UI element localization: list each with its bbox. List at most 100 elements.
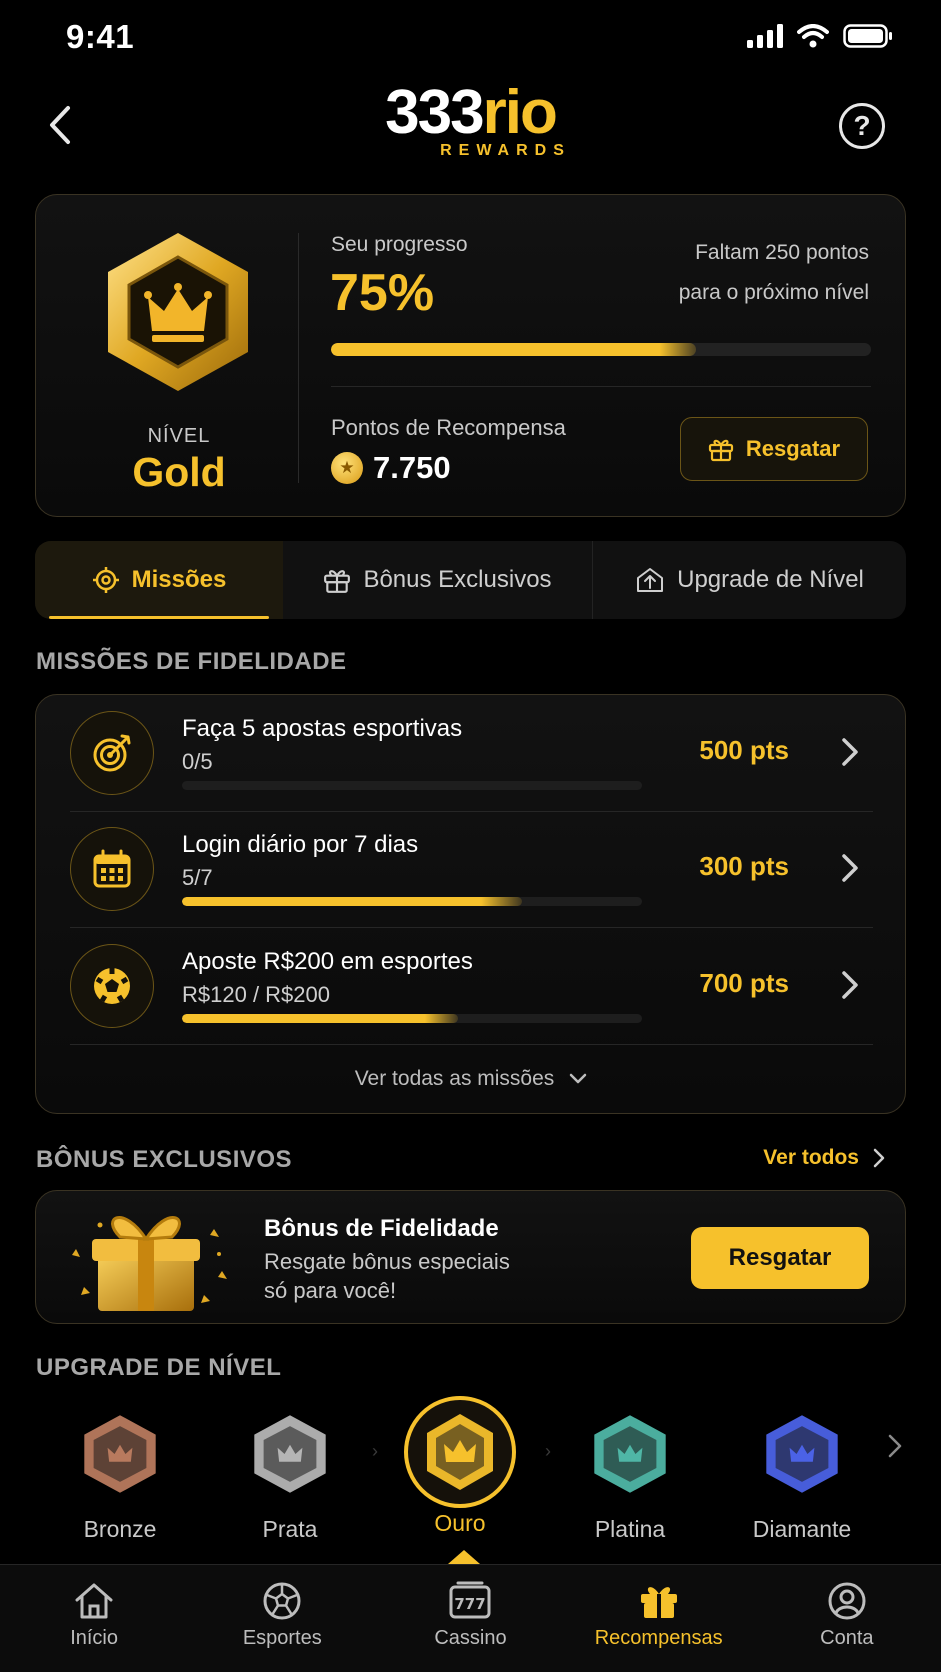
nav-account-label: Conta: [820, 1627, 874, 1649]
tier-platina[interactable]: Platina: [550, 1408, 710, 1543]
mission-icon: [70, 711, 154, 795]
battery-icon: [843, 24, 892, 48]
tier-bronze[interactable]: Bronze: [40, 1408, 200, 1543]
mission-progress-fill: [182, 1014, 458, 1023]
see-all-bonus-link[interactable]: Ver todos: [763, 1146, 885, 1170]
nav-home[interactable]: Início: [0, 1565, 188, 1672]
soccer-ball-icon: [94, 968, 130, 1004]
brand-logo: 333rio REWARDS: [0, 78, 941, 160]
bonus-card: Bônus de Fidelidade Resgate bônus especi…: [35, 1190, 906, 1324]
nav-home-label: Início: [70, 1627, 118, 1649]
chevron-down-icon: [570, 1073, 587, 1084]
chevron-right-icon: [873, 1148, 885, 1168]
chevron-right-icon: [842, 971, 858, 999]
level-label: NÍVEL: [147, 425, 211, 447]
user-circle-icon: [828, 1582, 866, 1620]
see-all-missions-link[interactable]: Ver todas as missões: [36, 1067, 907, 1091]
bonus-description-line-1: Resgate bônus especiais: [264, 1249, 510, 1274]
points-label: Pontos de Recompensa: [331, 415, 566, 440]
crosshair-icon: [92, 567, 119, 593]
soccer-ball-icon: [263, 1582, 301, 1620]
mission-item[interactable]: Aposte R$200 em esportes R$120 / R$200 7…: [36, 928, 907, 1044]
upgrade-icon: [637, 568, 664, 592]
mission-progress-text: 0/5: [182, 749, 213, 774]
redeem-bonus-button[interactable]: Resgatar: [691, 1227, 869, 1289]
mission-item[interactable]: Login diário por 7 dias 5/7 300 pts: [36, 811, 907, 927]
tier-name: Ouro: [434, 1510, 486, 1536]
nav-sports-label: Esportes: [242, 1627, 322, 1649]
mission-progress-text: R$120 / R$200: [182, 982, 330, 1007]
remaining-line-2: para o próximo nível: [678, 281, 869, 304]
logo-word: rio: [482, 78, 558, 147]
redeem-points-button[interactable]: Resgatar: [680, 417, 868, 481]
tier-name: Diamante: [752, 1516, 852, 1542]
help-button[interactable]: ?: [839, 103, 885, 149]
mission-title: Aposte R$200 em esportes: [182, 948, 473, 975]
tab-level-upgrade[interactable]: Upgrade de Nível: [593, 541, 906, 619]
tier-name: Platina: [594, 1516, 666, 1542]
tab-bar: Missões Bônus Exclusivos Upgrade de Níve…: [35, 541, 906, 619]
tier-ouro[interactable]: Ouro: [380, 1394, 540, 1537]
points-amount: 7.750: [373, 450, 451, 485]
remaining-points: Faltam 250 pontos para o próximo nível: [609, 233, 869, 313]
nav-casino[interactable]: 777 Cassino: [376, 1565, 564, 1672]
bonus-description-line-2: só para você!: [264, 1278, 397, 1303]
level-card: NÍVEL Gold Seu progresso 75% Faltam 250 …: [35, 194, 906, 517]
tab-exclusive-bonus[interactable]: Bônus Exclusivos: [283, 541, 593, 619]
signal-icon: [747, 24, 783, 48]
tier-name: Bronze: [83, 1516, 157, 1542]
mission-points: 500 pts: [699, 735, 789, 765]
missions-card: Faça 5 apostas esportivas 0/5 500 pts Lo…: [35, 694, 906, 1114]
bonus-title: Bônus de Fidelidade: [264, 1215, 499, 1242]
crown-hexagon-icon: [594, 1415, 666, 1493]
tier-diamante[interactable]: Diamante: [722, 1408, 882, 1543]
gift-icon: [324, 570, 351, 593]
progress-bar-fill: [331, 343, 696, 356]
slot-machine-icon: 777: [449, 1581, 491, 1619]
remaining-line-1: Faltam 250 pontos: [695, 241, 869, 264]
crown-hexagon-icon: [84, 1415, 156, 1493]
chevron-right-icon: ›: [545, 1441, 551, 1461]
points-value: ★ 7.750: [331, 450, 451, 486]
divider: [331, 386, 871, 387]
nav-rewards-label: Recompensas: [594, 1627, 723, 1649]
nav-sports[interactable]: Esportes: [188, 1565, 376, 1672]
nav-rewards[interactable]: Recompensas: [565, 1565, 753, 1672]
question-icon: ?: [853, 110, 871, 141]
gift-icon: [640, 1587, 677, 1618]
crown-hexagon-icon: [766, 1415, 838, 1493]
upgrade-section-title: UPGRADE DE NÍVEL: [36, 1354, 282, 1381]
nav-account[interactable]: Conta: [753, 1565, 941, 1672]
mission-item[interactable]: Faça 5 apostas esportivas 0/5 500 pts: [36, 695, 907, 811]
chevron-right-icon: ›: [372, 1441, 378, 1461]
logo-number: 333: [385, 78, 484, 147]
tab-level-upgrade-label: Upgrade de Nível: [677, 566, 864, 593]
mission-icon: [70, 944, 154, 1028]
scroll-right-button[interactable]: [888, 1434, 902, 1463]
tab-missions-label: Missões: [131, 566, 227, 593]
gift-icon: [708, 439, 734, 462]
status-time: 9:41: [66, 18, 135, 55]
tab-missions[interactable]: Missões: [35, 541, 283, 619]
mission-points: 300 pts: [699, 851, 789, 881]
chevron-right-icon: [842, 854, 858, 882]
missions-section-title: MISSÕES DE FIDELIDADE: [36, 648, 347, 675]
coin-icon: ★: [331, 452, 363, 484]
gift-box-icon: [72, 1216, 227, 1311]
mission-progress-bar: [182, 897, 642, 906]
tier-prata[interactable]: Prata: [210, 1408, 370, 1543]
divider: [298, 233, 299, 483]
calendar-icon: [93, 849, 131, 888]
crown-hexagon-icon: [254, 1415, 326, 1493]
chevron-right-icon: [842, 738, 858, 766]
bottom-navigation: Início Esportes 777 Cassino Recompensas: [0, 1564, 941, 1672]
progress-bar: [331, 343, 871, 356]
wifi-icon: [797, 24, 829, 48]
divider: [70, 1044, 873, 1045]
nav-casino-label: Cassino: [434, 1627, 507, 1649]
level-name: Gold: [132, 449, 226, 495]
gold-level-badge: [96, 227, 261, 397]
crown-hexagon-icon: [108, 233, 248, 391]
target-icon: [93, 734, 131, 772]
home-icon: [75, 1583, 113, 1619]
